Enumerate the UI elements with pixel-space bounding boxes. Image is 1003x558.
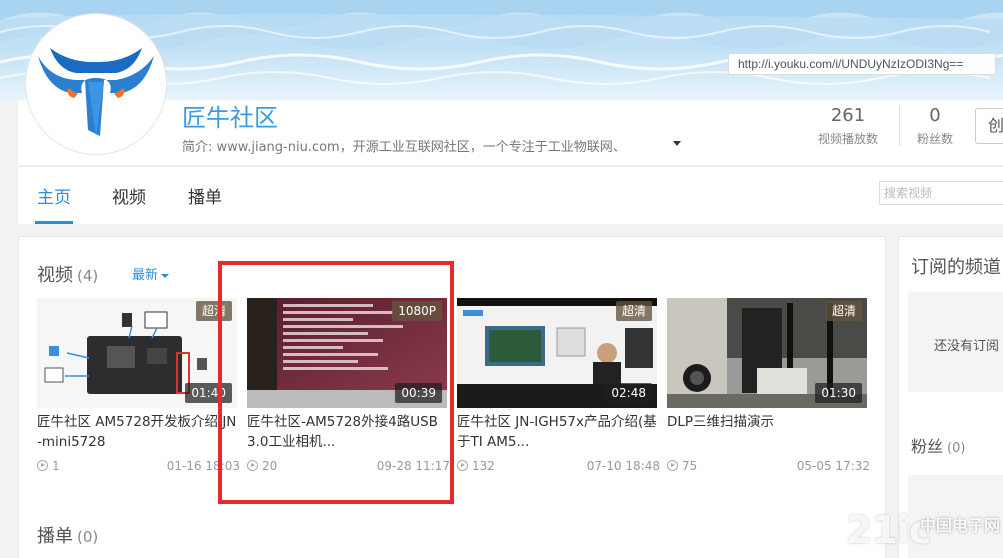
video-thumbnail[interactable]: 超清 01:40 xyxy=(37,298,237,408)
upload-date: 05-05 17:32 xyxy=(796,459,870,473)
playlists-title: 播单 xyxy=(37,526,73,547)
duration-badge: 01:30 xyxy=(815,383,862,403)
stat-divider xyxy=(899,106,900,146)
tab-playlists[interactable]: 播单 xyxy=(188,183,222,208)
play-count-icon xyxy=(247,460,258,471)
tab-home[interactable]: 主页 xyxy=(37,183,71,208)
video-title[interactable]: 匠牛社区-AM5728外接4路USB3.0工业相机... xyxy=(247,412,447,452)
video-meta: 20 09-28 11:17 xyxy=(247,459,450,475)
watermark-text: 中国电子网 xyxy=(920,516,1001,535)
play-count-icon xyxy=(457,460,468,471)
upload-date: 09-28 11:17 xyxy=(376,459,450,473)
avatar[interactable] xyxy=(26,14,166,154)
video-thumbnail[interactable]: 超清 01:30 xyxy=(667,298,867,408)
play-count-icon xyxy=(37,460,48,471)
video-meta: 75 05-05 17:32 xyxy=(667,459,870,475)
play-count-icon xyxy=(667,460,678,471)
stat-fans: 0 粉丝数 xyxy=(910,105,960,147)
stat-plays-value: 261 xyxy=(830,105,866,126)
jiangniu-logo-icon xyxy=(30,18,162,150)
video-card[interactable]: 1080P 00:39 匠牛社区-AM5728外接4路USB3.0工业相机...… xyxy=(247,298,450,475)
subscribed-title: 订阅的频道 xyxy=(911,257,1001,278)
duration-badge: 00:39 xyxy=(395,383,442,403)
quality-badge: 超清 xyxy=(615,301,652,321)
fans-title: 粉丝 xyxy=(911,437,944,456)
channel-name[interactable]: 匠牛社区 xyxy=(182,98,278,133)
video-card[interactable]: 超清 02:48 匠牛社区 JN-IGH57x产品介绍(基于TI AM5... … xyxy=(457,298,660,475)
stat-fans-value: 0 xyxy=(929,105,941,126)
channel-intro: 简介: www.jiang-niu.com，开源工业互联网社区，一个专注于工业物… xyxy=(182,140,626,155)
stat-fans-label: 粉丝数 xyxy=(916,132,953,146)
expand-intro-icon[interactable] xyxy=(673,141,681,146)
video-card[interactable]: 超清 01:40 匠牛社区 AM5728开发板介绍 JN-mini5728 1 … xyxy=(37,298,240,475)
fans-count: (0) xyxy=(947,441,966,456)
videos-count: (4) xyxy=(77,267,99,285)
channel-url: http://i.youku.com/i/UNDUyNzIzODI3Ng== xyxy=(728,53,996,75)
stat-plays-label: 视频播放数 xyxy=(817,132,878,146)
play-count: 132 xyxy=(472,459,495,473)
search-input[interactable]: 搜索视频 xyxy=(879,181,1003,205)
duration-badge: 02:48 xyxy=(605,383,652,403)
quality-badge: 1080P xyxy=(392,301,442,321)
video-meta: 1 01-16 18:03 xyxy=(37,459,240,475)
sort-label: 最新 xyxy=(132,268,159,283)
video-thumbnail[interactable]: 1080P 00:39 xyxy=(247,298,447,408)
upload-date: 01-16 18:03 xyxy=(166,459,240,473)
quality-badge: 超清 xyxy=(825,301,862,321)
upload-date: 07-10 18:48 xyxy=(586,459,660,473)
video-title[interactable]: DLP三维扫描演示 xyxy=(667,412,867,452)
video-meta: 132 07-10 18:48 xyxy=(457,459,660,475)
sort-dropdown[interactable]: 最新 xyxy=(132,264,170,283)
quality-badge: 超清 xyxy=(195,301,232,321)
video-card[interactable]: 超清 01:30 DLP三维扫描演示 75 05-05 17:32 xyxy=(667,298,870,475)
duration-badge: 01:40 xyxy=(185,383,232,403)
active-tab-indicator xyxy=(35,221,73,224)
tab-videos[interactable]: 视频 xyxy=(112,183,146,208)
videos-title: 视频 xyxy=(37,265,73,286)
subscribe-button[interactable]: 创 xyxy=(975,108,1003,144)
video-thumbnail[interactable]: 超清 02:48 xyxy=(457,298,657,408)
video-title[interactable]: 匠牛社区 JN-IGH57x产品介绍(基于TI AM5... xyxy=(457,412,657,452)
play-count: 20 xyxy=(262,459,278,473)
playlists-count: (0) xyxy=(77,528,99,546)
playlists-section-title: 播单 (0) xyxy=(37,522,98,548)
fans-section-title: 粉丝 (0) xyxy=(911,433,965,457)
play-count: 75 xyxy=(682,459,698,473)
play-count: 1 xyxy=(52,459,60,473)
subscribed-empty-text: 还没有订阅 xyxy=(934,339,1000,354)
watermark-logo: 21ic xyxy=(846,508,931,552)
channel-nav xyxy=(18,166,1003,224)
videos-section-title: 视频 (4) xyxy=(37,261,98,287)
stat-plays: 261 视频播放数 xyxy=(808,105,888,147)
video-title[interactable]: 匠牛社区 AM5728开发板介绍 JN-mini5728 xyxy=(37,412,237,452)
chevron-down-icon xyxy=(161,273,170,278)
